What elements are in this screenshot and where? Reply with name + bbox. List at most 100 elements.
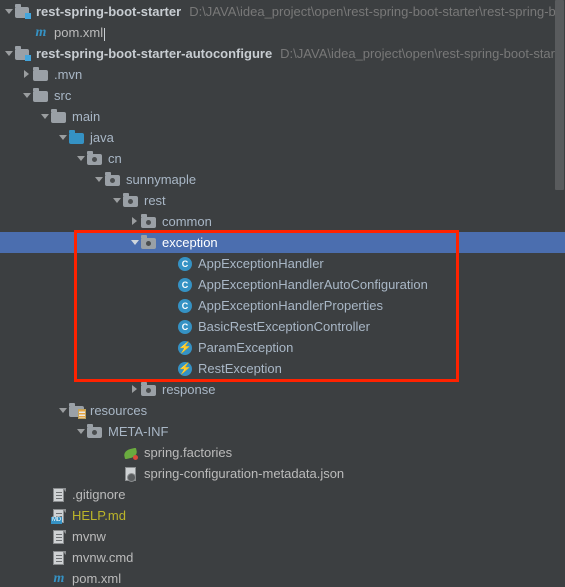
- package-icon: [123, 193, 139, 209]
- tree-row-label: AppExceptionHandlerAutoConfiguration: [198, 276, 428, 292]
- tree-row-label: main: [72, 108, 101, 124]
- module-icon: [15, 4, 31, 20]
- tree-row[interactable]: response: [0, 379, 565, 400]
- text-file-icon: [51, 487, 67, 503]
- tree-row[interactable]: rest-spring-boot-starter-autoconfigure D:…: [0, 43, 565, 64]
- tree-row[interactable]: C AppExceptionHandlerAutoConfiguration: [0, 274, 565, 295]
- tree-row-label: rest-spring-boot-starter-autoconfigure: [36, 45, 273, 61]
- tree-row-label: spring.factories: [144, 444, 233, 460]
- tree-row[interactable]: mvnw.cmd: [0, 547, 565, 568]
- tree-expand-arrow[interactable]: [94, 169, 105, 190]
- package-icon: [105, 172, 121, 188]
- tree-row[interactable]: mvnw: [0, 526, 565, 547]
- tree-row[interactable]: META-INF: [0, 421, 565, 442]
- tree-row-label: java: [90, 129, 114, 145]
- tree-expand-arrow[interactable]: [4, 43, 15, 64]
- tree-row-label: sunnymaple: [126, 171, 197, 187]
- package-icon: [141, 214, 157, 230]
- maven-icon: m: [35, 24, 47, 40]
- tree-row-label: pom.xml: [54, 24, 104, 40]
- tree-row[interactable]: rest-spring-boot-starter D:\JAVA\idea_pro…: [0, 1, 565, 22]
- java-class-icon: C: [177, 256, 193, 272]
- tree-row[interactable]: main: [0, 106, 565, 127]
- java-class-icon: C: [177, 298, 193, 314]
- tree-row-label: HELP.md: [72, 507, 126, 523]
- tree-row[interactable]: .gitignore: [0, 484, 565, 505]
- tree-row-label: META-INF: [108, 423, 169, 439]
- tree-row[interactable]: C AppExceptionHandler: [0, 253, 565, 274]
- java-exception-class-icon: ⚡: [178, 361, 192, 376]
- tree-row-label: .gitignore: [72, 486, 126, 502]
- tree-collapse-arrow[interactable]: [130, 379, 141, 400]
- tree-row-label: mvnw.cmd: [72, 549, 134, 565]
- tree-row-label: pom.xml: [72, 570, 122, 586]
- markdown-file-icon: MD: [51, 508, 67, 524]
- tree-expand-arrow[interactable]: [58, 127, 69, 148]
- folder-icon: [33, 88, 49, 104]
- tree-row[interactable]: .mvn: [0, 64, 565, 85]
- tree-collapse-arrow[interactable]: [22, 64, 33, 85]
- tree-row-label: exception: [162, 234, 218, 250]
- vertical-scrollbar[interactable]: [553, 0, 565, 587]
- tree-row[interactable]: C AppExceptionHandlerProperties: [0, 295, 565, 316]
- tree-row-label: rest-spring-boot-starter: [36, 3, 182, 19]
- spring-icon: [123, 445, 139, 461]
- tree-expand-arrow[interactable]: [76, 421, 87, 442]
- tree-row-label: AppExceptionHandlerProperties: [198, 297, 383, 313]
- resources-root-folder-icon: [69, 403, 86, 419]
- source-root-folder-icon: [69, 130, 85, 146]
- tree-expand-arrow[interactable]: [58, 400, 69, 421]
- tree-row[interactable]: java: [0, 127, 565, 148]
- tree-row[interactable]: rest: [0, 190, 565, 211]
- tree-row[interactable]: MD HELP.md: [0, 505, 565, 526]
- tree-row[interactable]: common: [0, 211, 565, 232]
- java-class-icon: C: [177, 277, 193, 293]
- tree-row[interactable]: m pom.xml: [0, 568, 565, 587]
- tree-row-label: common: [162, 213, 212, 229]
- text-file-icon: [51, 529, 67, 545]
- tree-row-label: cn: [108, 150, 122, 166]
- tree-expand-arrow[interactable]: [76, 148, 87, 169]
- project-tool-window[interactable]: rest-spring-boot-starter D:\JAVA\idea_pro…: [0, 0, 565, 587]
- tree-row[interactable]: sunnymaple: [0, 169, 565, 190]
- tree-row-label: RestException: [198, 360, 282, 376]
- tree-row[interactable]: ⚡ ParamException: [0, 337, 565, 358]
- tree-row[interactable]: ⚡ RestException: [0, 358, 565, 379]
- folder-icon: [33, 67, 49, 83]
- tree-row[interactable]: spring-configuration-metadata.json: [0, 463, 565, 484]
- package-icon: [141, 382, 157, 398]
- tree-row[interactable]: resources: [0, 400, 565, 421]
- tree-row[interactable]: exception: [0, 232, 565, 253]
- tree-row-label: ParamException: [198, 339, 294, 355]
- tree-row-label: AppExceptionHandler: [198, 255, 324, 271]
- folder-icon: [51, 109, 67, 125]
- tree-row[interactable]: m pom.xml: [0, 22, 565, 43]
- tree-expand-arrow[interactable]: [130, 232, 141, 253]
- scrollbar-thumb[interactable]: [555, 0, 564, 190]
- tree-collapse-arrow[interactable]: [130, 211, 141, 232]
- json-config-icon: [123, 466, 139, 482]
- tree-row-label: resources: [90, 402, 148, 418]
- tree-expand-arrow[interactable]: [4, 1, 15, 22]
- java-class-icon: C: [177, 319, 193, 335]
- tree-expand-arrow[interactable]: [22, 85, 33, 106]
- text-file-icon: [51, 550, 67, 566]
- tree-expand-arrow[interactable]: [40, 106, 51, 127]
- java-exception-class-icon: ⚡: [178, 340, 192, 355]
- module-icon: [15, 46, 31, 62]
- tree-row-label: BasicRestExceptionController: [198, 318, 370, 334]
- tree-row[interactable]: C BasicRestExceptionController: [0, 316, 565, 337]
- tree-row[interactable]: spring.factories: [0, 442, 565, 463]
- text-caret: [104, 28, 106, 41]
- maven-icon: m: [53, 570, 65, 586]
- tree-row-label: rest: [144, 192, 166, 208]
- tree-row[interactable]: cn: [0, 148, 565, 169]
- tree-expand-arrow[interactable]: [112, 190, 123, 211]
- tree-row-label: src: [54, 87, 72, 103]
- tree-row-label: .mvn: [54, 66, 83, 82]
- package-icon: [87, 151, 103, 167]
- module-path: D:\JAVA\idea_project\open\rest-spring-bo…: [280, 45, 555, 61]
- tree-row[interactable]: src: [0, 85, 565, 106]
- tree-row-label: mvnw: [72, 528, 106, 544]
- package-icon: [87, 424, 103, 440]
